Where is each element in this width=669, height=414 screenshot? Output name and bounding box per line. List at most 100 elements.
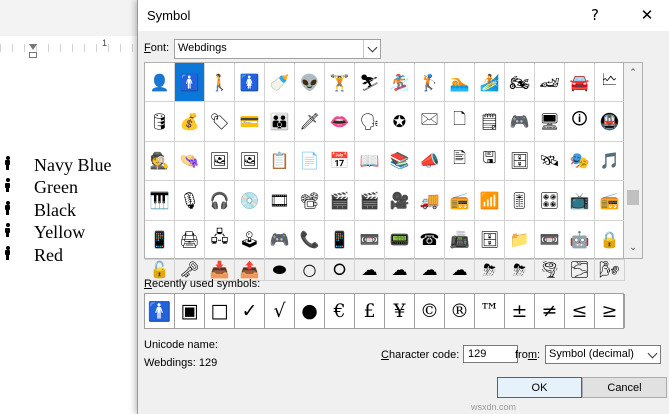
symbol-cell[interactable]: 📁 <box>505 220 535 260</box>
chevron-down-icon[interactable] <box>645 346 660 363</box>
recent-symbol-cell[interactable]: ¥ <box>385 294 415 328</box>
symbol-cell[interactable]: 🖧 <box>205 220 235 260</box>
symbol-cell[interactable]: 📺 <box>565 181 595 221</box>
recent-symbol-cell[interactable]: ▣ <box>175 294 205 328</box>
scroll-thumb[interactable] <box>627 190 639 205</box>
symbol-cell[interactable]: 🎚 <box>505 181 535 221</box>
symbol-cell[interactable]: 🤖 <box>565 220 595 260</box>
from-dropdown[interactable]: Symbol (decimal) <box>545 345 661 364</box>
symbol-cell[interactable]: 🚘 <box>565 63 595 103</box>
symbol-cell[interactable]: 🎙 <box>175 181 205 221</box>
symbol-cell[interactable]: 🗋 <box>445 102 475 142</box>
symbol-cell[interactable]: 🏂 <box>385 63 415 103</box>
symbol-cell[interactable]: 🗄 <box>475 220 505 260</box>
recent-symbol-cell[interactable]: ● <box>295 294 325 328</box>
symbol-cell[interactable]: ⬬ <box>265 259 295 281</box>
symbol-cell[interactable]: 🗄 <box>505 141 535 182</box>
symbol-cell[interactable]: 🌬 <box>595 259 625 281</box>
list-item[interactable]: Yellow <box>4 222 136 245</box>
symbol-cell[interactable]: 🚚 <box>415 181 445 221</box>
symbol-cell[interactable]: 🌪 <box>535 259 565 281</box>
symbol-cell[interactable]: 🎥 <box>385 181 415 221</box>
symbol-cell[interactable]: 🚶 <box>205 63 235 103</box>
symbol-cell[interactable]: 💳 <box>235 102 265 142</box>
symbol-cell[interactable]: 👄 <box>325 102 355 142</box>
dialog-titlebar[interactable]: Symbol ? ✕ <box>138 0 669 31</box>
recent-symbol-cell[interactable]: ≠ <box>535 294 565 328</box>
symbol-cell[interactable]: ⭘ <box>325 259 355 281</box>
symbol-cell[interactable]: ⛷ <box>355 63 385 103</box>
symbol-cell[interactable]: 🗡 <box>295 102 325 142</box>
symbol-cell[interactable]: 💿 <box>235 181 265 221</box>
symbol-cell[interactable]: 📠 <box>445 220 475 260</box>
symbol-cell[interactable]: 🏎 <box>535 63 565 103</box>
list-item[interactable]: Navy Blue <box>4 154 136 177</box>
symbol-cell[interactable]: ☁ <box>385 259 415 281</box>
symbol-cell[interactable]: 📟 <box>385 220 415 260</box>
symbol-cell[interactable]: 🍼 <box>265 63 295 103</box>
symbol-cell[interactable]: 📚 <box>385 141 415 182</box>
recent-symbol-cell[interactable]: ✓ <box>235 294 265 328</box>
recent-symbol-cell[interactable]: □ <box>205 294 235 328</box>
symbol-cell[interactable]: ☎ <box>415 220 445 260</box>
recent-symbol-cell[interactable]: ™ <box>475 294 505 328</box>
symbol-cell[interactable]: 📻 <box>595 181 625 221</box>
symbol-cell[interactable]: 🔒 <box>595 220 625 260</box>
recent-symbol-cell[interactable]: £ <box>355 294 385 328</box>
symbol-cell[interactable]: 👒 <box>175 141 205 182</box>
recent-symbol-cell[interactable]: © <box>415 294 445 328</box>
symbol-cell[interactable]: 🏍 <box>505 63 535 103</box>
list-item[interactable]: Green <box>4 177 136 200</box>
cancel-button[interactable]: Cancel <box>582 377 667 398</box>
indent-marker[interactable] <box>29 44 37 50</box>
left-indent-marker[interactable] <box>29 52 37 58</box>
symbol-cell[interactable]: 🎧 <box>205 181 235 221</box>
recent-symbol-cell[interactable]: ≥ <box>595 294 625 328</box>
symbol-cell[interactable]: 📖 <box>355 141 385 182</box>
symbol-cell[interactable]: 📣 <box>415 141 445 182</box>
symbol-cell[interactable]: ☁ <box>445 259 475 281</box>
recent-symbol-cell[interactable]: ± <box>505 294 535 328</box>
symbol-cell[interactable]: 🛢 <box>145 102 175 142</box>
list-item[interactable]: Black <box>4 199 136 222</box>
recent-symbol-cell[interactable]: 🚹 <box>145 294 175 328</box>
symbol-grid[interactable]: 👤 🚹 🚶 🚺 🍼 👽 🏋 ⛷ 🏂 🏌 🏊 🏄 🏍 🏎 🚘 🗠 🛢 💰 🏷 💳 👪 🗡 👄 🗣 ✪ 🖂 🗋 🗒 🎮 🖥 🛈 🚇 🕵 👒 🖼 🖼 📋 📄 📅 📖… <box>144 62 625 281</box>
symbol-cell[interactable]: 🕹 <box>235 220 265 260</box>
symbol-cell[interactable]: ○ <box>295 259 325 281</box>
list-item[interactable]: Red <box>4 244 136 267</box>
symbol-cell[interactable]: ☁ <box>355 259 385 281</box>
symbol-cell[interactable]: 👽 <box>295 63 325 103</box>
symbol-cell[interactable]: 📻 <box>445 181 475 221</box>
recent-symbols-row[interactable]: 🚹 ▣ □ ✓ √ ● € £ ¥ © ® ™ ± ≠ ≤ ≥ <box>144 293 625 329</box>
recent-symbol-cell[interactable]: € <box>325 294 355 328</box>
symbol-cell[interactable]: 🚇 <box>595 102 625 142</box>
symbol-cell[interactable]: 📼 <box>355 220 385 260</box>
symbol-cell[interactable]: 📽 <box>295 181 325 221</box>
symbol-cell[interactable]: 🚺 <box>235 63 265 103</box>
symbol-cell[interactable]: ☁ <box>415 259 445 281</box>
help-button[interactable]: ? <box>584 4 606 26</box>
symbol-cell[interactable]: 🖨 <box>175 220 205 260</box>
symbol-cell[interactable]: 🖼 <box>235 141 265 182</box>
symbol-cell[interactable]: 🎮 <box>505 102 535 142</box>
symbol-cell[interactable]: 💰 <box>175 102 205 142</box>
symbol-cell[interactable]: 🏷 <box>205 102 235 142</box>
symbol-cell[interactable]: 🎹 <box>145 181 175 221</box>
symbol-cell[interactable]: 📞 <box>295 220 325 260</box>
symbol-cell[interactable]: 🎭 <box>565 141 595 182</box>
character-code-input[interactable]: 129 <box>463 345 518 363</box>
symbol-cell[interactable]: 👪 <box>265 102 295 142</box>
close-button[interactable]: ✕ <box>636 4 658 26</box>
symbol-cell[interactable]: 🎞 <box>265 181 295 221</box>
symbol-cell[interactable]: 🗠 <box>595 63 625 103</box>
symbol-cell[interactable]: 👤 <box>145 63 175 103</box>
symbol-cell[interactable]: 🏊 <box>445 63 475 103</box>
symbol-cell[interactable]: 📱 <box>325 220 355 260</box>
font-dropdown[interactable]: Webdings <box>174 39 381 59</box>
scroll-down-icon[interactable]: ⌄ <box>624 240 642 256</box>
symbol-cell[interactable]: 🛰 <box>535 141 565 182</box>
symbol-cell[interactable]: 🖹 <box>445 141 475 182</box>
symbol-grid-scrollbar[interactable]: ⌃ ⌄ <box>624 62 643 259</box>
symbol-cell[interactable]: 🌫 <box>565 259 595 281</box>
symbol-cell[interactable]: 🏌 <box>415 63 445 103</box>
